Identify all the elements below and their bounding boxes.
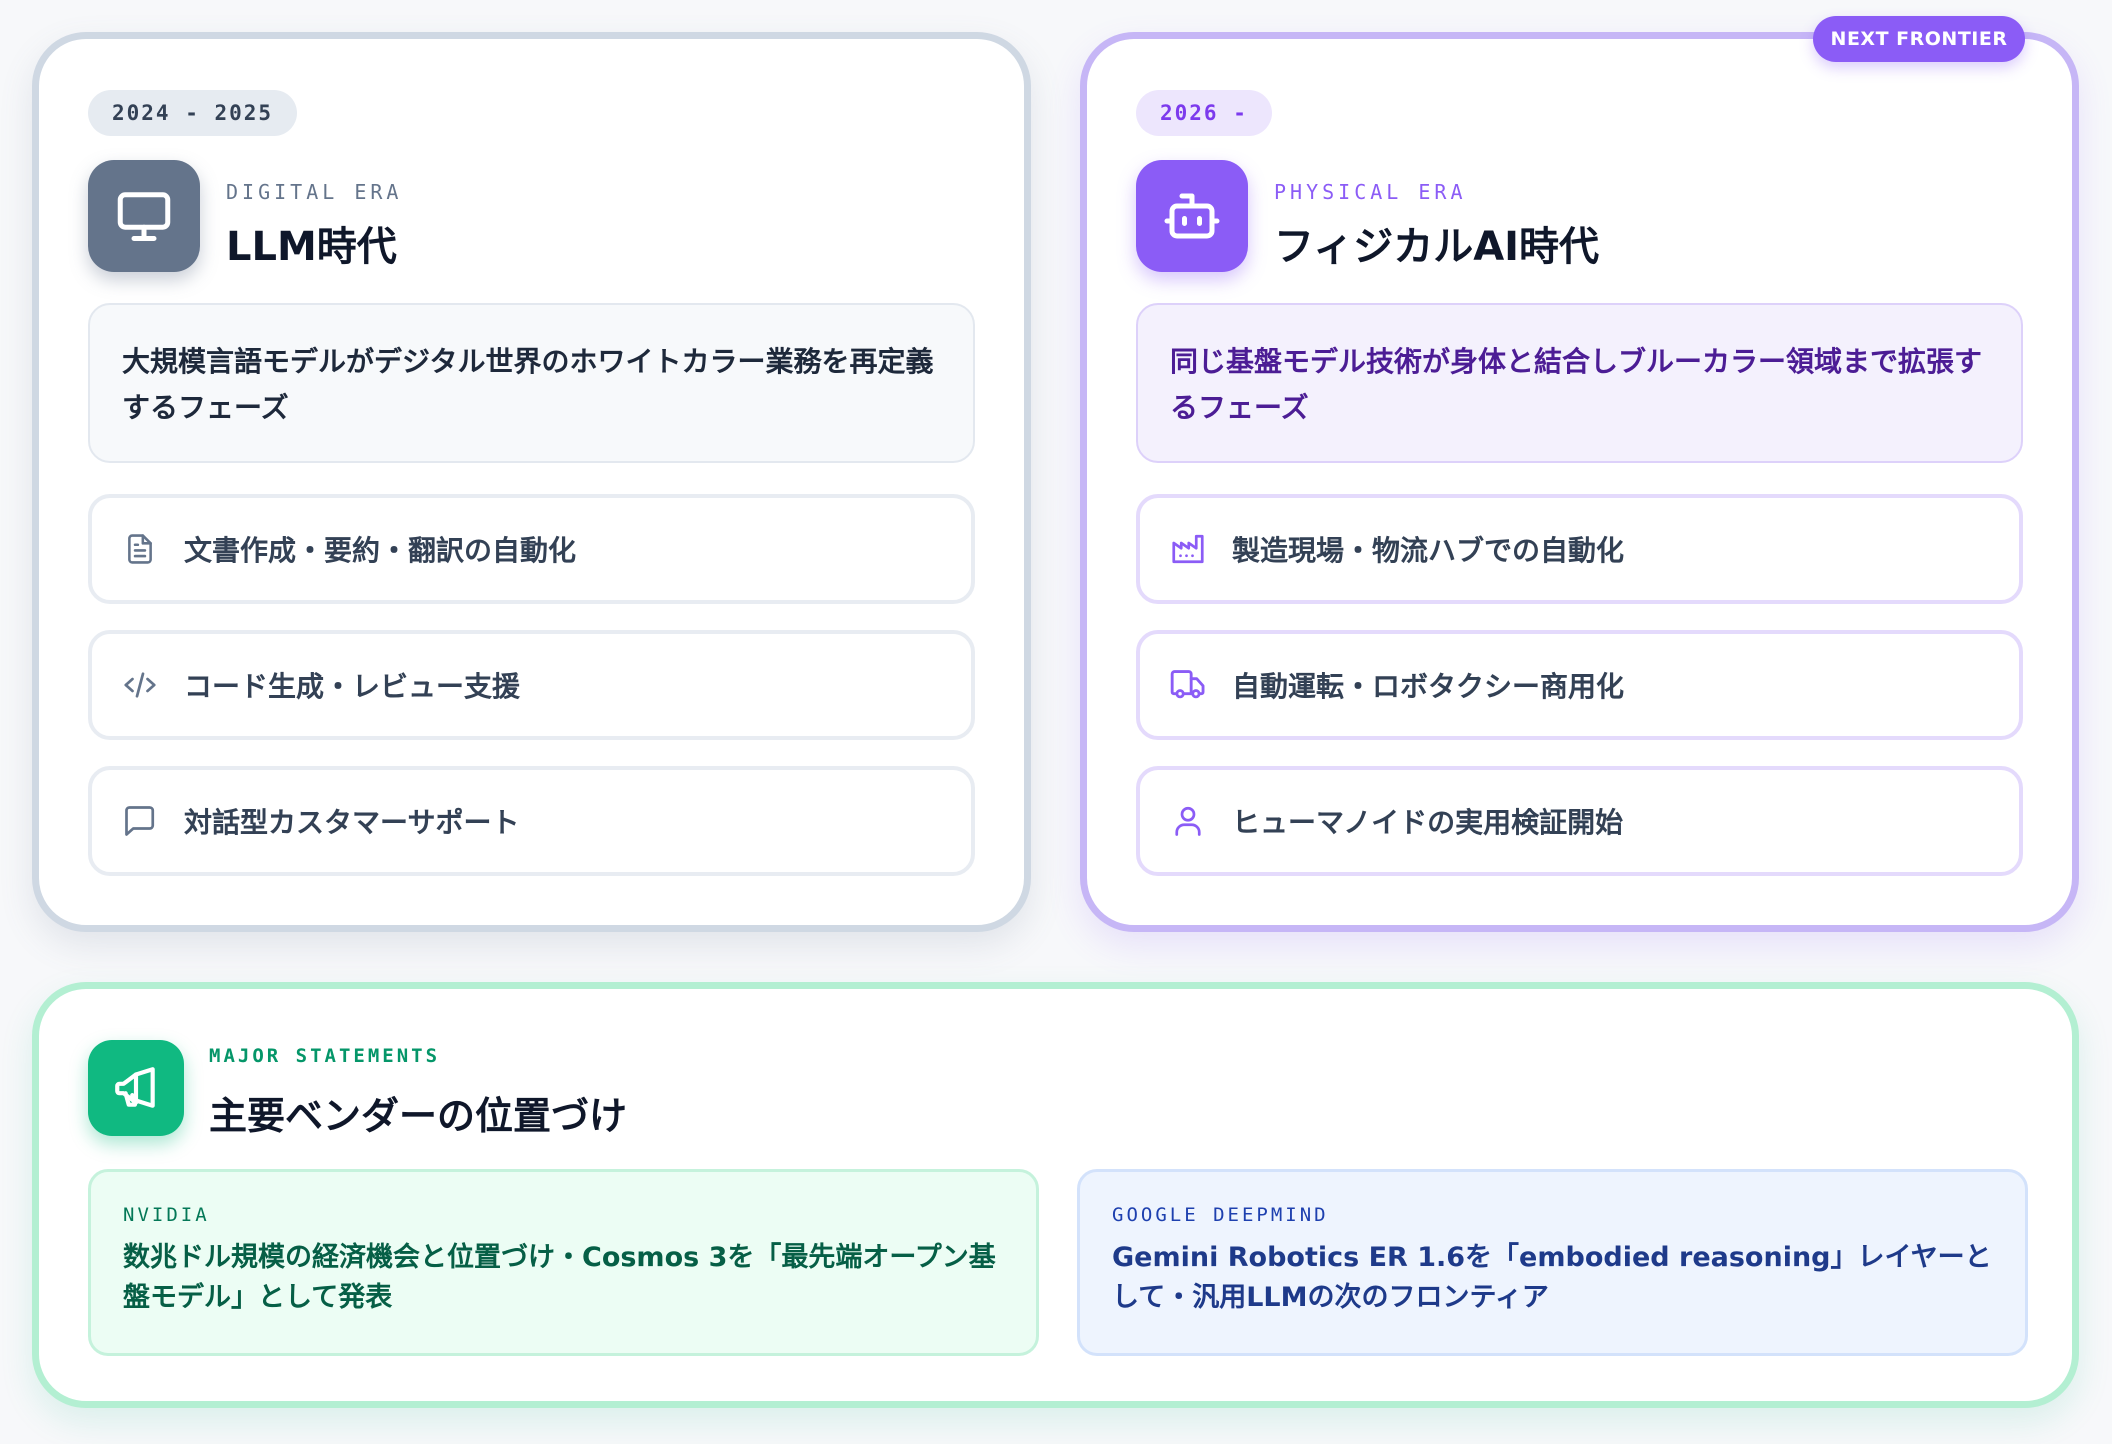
truck-icon (1168, 665, 1208, 705)
list-item: ヒューマノイドの実用検証開始 (1136, 766, 2023, 876)
physical-era-card: 2026 - PHYSICAL ERA フィジカルAI時代 同じ基盤モデル技術が… (1080, 32, 2079, 932)
next-frontier-badge: NEXT FRONTIER (1813, 16, 2025, 62)
vendor-name: NVIDIA (123, 1204, 210, 1226)
list-item: 製造現場・物流ハブでの自動化 (1136, 494, 2023, 604)
list-item-label: 製造現場・物流ハブでの自動化 (1232, 534, 1625, 567)
era-period-badge: 2026 - (1136, 90, 1272, 136)
era-period-badge: 2024 - 2025 (88, 90, 298, 136)
era-title: フィジカルAI時代 (1274, 224, 1600, 270)
robot-icon (1136, 160, 1248, 272)
llm-era-card: 2024 - 2025 DIGITAL ERA LLM時代 大規模言語モデルがデ… (32, 32, 1031, 932)
era-title: LLM時代 (226, 224, 397, 270)
vendor-card-nvidia: NVIDIA 数兆ドル規模の経済機会と位置づけ・Cosmos 3を「最先端オープ… (88, 1169, 1039, 1356)
monitor-icon (88, 160, 200, 272)
list-item-label: 自動運転・ロボタクシー商用化 (1232, 670, 1625, 703)
list-item-label: ヒューマノイドの実用検証開始 (1232, 806, 1624, 839)
section-label: MAJOR STATEMENTS (209, 1045, 441, 1067)
era-description: 同じ基盤モデル技術が身体と結合しブルーカラー領域まで拡張するフェーズ (1136, 303, 2023, 463)
vendor-statement: Gemini Robotics ER 1.6を「embodied reasoni… (1112, 1242, 1992, 1313)
list-item: 対話型カスタマーサポート (88, 766, 975, 876)
code-icon (120, 665, 160, 705)
era-label: PHYSICAL ERA (1274, 180, 1467, 204)
vendor-name: GOOGLE DEEPMIND (1112, 1204, 1329, 1226)
section-title: 主要ベンダーの位置づけ (209, 1094, 628, 1138)
megaphone-icon (88, 1040, 184, 1136)
major-statements-card: MAJOR STATEMENTS 主要ベンダーの位置づけ NVIDIA 数兆ドル… (32, 982, 2079, 1408)
list-item: コード生成・レビュー支援 (88, 630, 975, 740)
vendor-card-google-deepmind: GOOGLE DEEPMIND Gemini Robotics ER 1.6を「… (1077, 1169, 2028, 1356)
era-label: DIGITAL ERA (226, 180, 403, 204)
chat-bubble-icon (120, 801, 160, 841)
era-description: 大規模言語モデルがデジタル世界のホワイトカラー業務を再定義するフェーズ (88, 303, 975, 463)
vendor-statement: 数兆ドル規模の経済機会と位置づけ・Cosmos 3を「最先端オープン基盤モデル」… (123, 1242, 996, 1313)
list-item: 自動運転・ロボタクシー商用化 (1136, 630, 2023, 740)
list-item-label: 対話型カスタマーサポート (184, 806, 520, 839)
person-icon (1168, 801, 1208, 841)
list-item: 文書作成・要約・翻訳の自動化 (88, 494, 975, 604)
document-icon (120, 529, 160, 569)
factory-icon (1168, 529, 1208, 569)
list-item-label: コード生成・レビュー支援 (184, 670, 521, 703)
list-item-label: 文書作成・要約・翻訳の自動化 (184, 534, 577, 567)
